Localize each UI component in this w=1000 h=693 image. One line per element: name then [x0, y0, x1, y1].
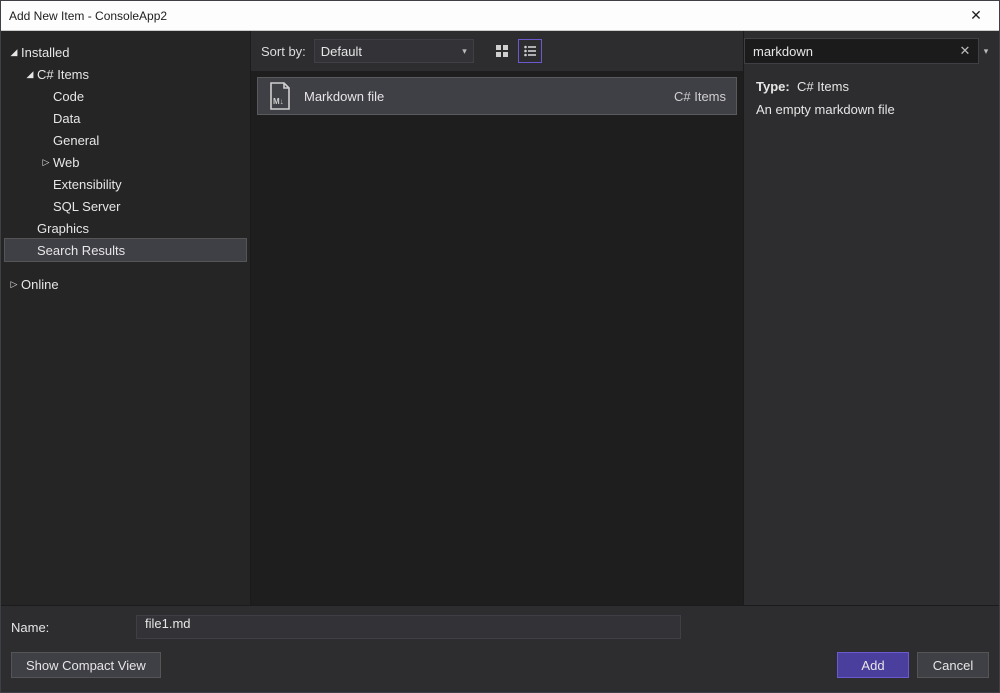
details-description: An empty markdown file: [756, 102, 987, 117]
name-label: Name:: [11, 620, 136, 635]
search-history-caret-icon[interactable]: ▾: [979, 46, 993, 57]
name-input[interactable]: [145, 616, 672, 631]
tree-label: Graphics: [37, 221, 89, 236]
sort-by-label: Sort by:: [261, 44, 306, 59]
button-label: Cancel: [933, 658, 973, 673]
titlebar: Add New Item - ConsoleApp2 ✕: [1, 1, 999, 31]
tree-label: SQL Server: [53, 199, 120, 214]
template-list: M↓ Markdown file C# Items: [251, 71, 743, 605]
tree-general[interactable]: General: [5, 129, 246, 151]
tree-online[interactable]: ▷ Online: [5, 273, 246, 295]
details-panel: Type: C# Items An empty markdown file: [744, 71, 999, 125]
name-input-wrap[interactable]: [136, 615, 681, 639]
template-item-label: Markdown file: [304, 89, 662, 104]
window-title: Add New Item - ConsoleApp2: [9, 9, 961, 23]
show-compact-view-button[interactable]: Show Compact View: [11, 652, 161, 678]
add-button[interactable]: Add: [837, 652, 909, 678]
template-item-category: C# Items: [674, 89, 726, 104]
sort-by-value: Default: [321, 44, 362, 59]
caret-down-icon: ▾: [462, 46, 467, 57]
toolbar: Sort by: Default ▾: [251, 31, 743, 71]
tree-installed[interactable]: ◢ Installed: [5, 41, 246, 63]
category-sidebar: ◢ Installed ◢ C# Items Code Data General…: [1, 31, 251, 605]
chevron-right-icon: ▷: [39, 157, 53, 168]
tree-graphics[interactable]: Graphics: [5, 217, 246, 239]
markdown-file-icon: M↓: [268, 82, 292, 110]
tree-label: Web: [53, 155, 80, 170]
view-tiles-button[interactable]: [490, 39, 514, 63]
search-box[interactable]: ✕: [744, 38, 979, 64]
tree-label: Search Results: [37, 243, 125, 258]
tree-csharp-items[interactable]: ◢ C# Items: [5, 63, 246, 85]
details-type-value: C# Items: [797, 79, 849, 94]
tree-data[interactable]: Data: [5, 107, 246, 129]
list-icon: [523, 44, 537, 58]
tree-label: Data: [53, 111, 80, 126]
chevron-down-icon: ◢: [7, 47, 21, 58]
tree-web[interactable]: ▷ Web: [5, 151, 246, 173]
template-item-markdown[interactable]: M↓ Markdown file C# Items: [257, 77, 737, 115]
details-type-label: Type:: [756, 79, 790, 94]
chevron-right-icon: ▷: [7, 279, 21, 290]
cancel-button[interactable]: Cancel: [917, 652, 989, 678]
chevron-down-icon: ◢: [23, 69, 37, 80]
tree-sqlserver[interactable]: SQL Server: [5, 195, 246, 217]
tree-extensibility[interactable]: Extensibility: [5, 173, 246, 195]
tree-label: Extensibility: [53, 177, 122, 192]
button-label: Show Compact View: [26, 658, 146, 673]
tree-label: Online: [21, 277, 59, 292]
view-list-button[interactable]: [518, 39, 542, 63]
tree-label: General: [53, 133, 99, 148]
button-label: Add: [861, 658, 884, 673]
tree-label: Installed: [21, 45, 69, 60]
tree-code[interactable]: Code: [5, 85, 246, 107]
tree-search-results[interactable]: Search Results: [5, 239, 246, 261]
close-icon[interactable]: ✕: [961, 7, 991, 24]
svg-text:M↓: M↓: [273, 97, 284, 106]
tree-label: Code: [53, 89, 84, 104]
sort-by-select[interactable]: Default ▾: [314, 39, 474, 63]
search-input[interactable]: [753, 44, 956, 59]
clear-search-icon[interactable]: ✕: [956, 43, 974, 59]
grid-icon: [495, 44, 509, 58]
footer: Name: Show Compact View Add Cancel: [1, 605, 999, 692]
tree-label: C# Items: [37, 67, 89, 82]
